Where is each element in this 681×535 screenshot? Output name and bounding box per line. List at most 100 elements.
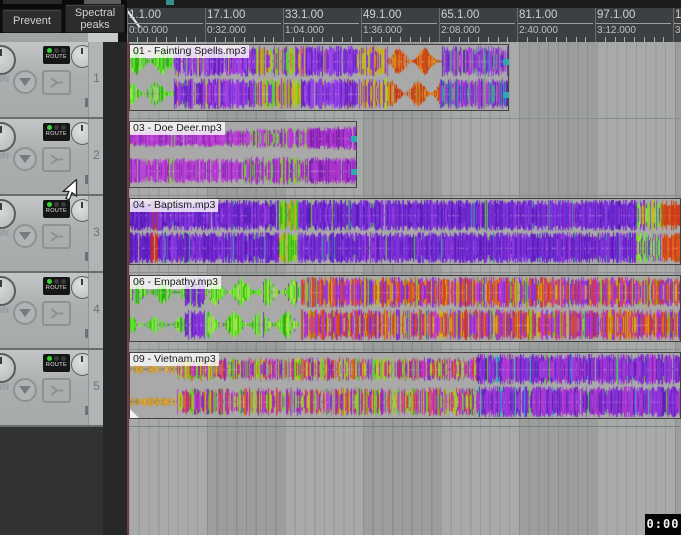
ruler-measure-label: 81.1.00 [519, 9, 558, 21]
track-panel-3[interactable]: ROUTE IN 3 [0, 196, 104, 273]
monitor-arrow-icon [19, 232, 31, 240]
transport-time-display[interactable]: 0:00 [645, 514, 681, 535]
ruler-time-label: 0:32.000 [207, 25, 246, 36]
ruler-time-label: 1:36.000 [363, 25, 402, 36]
ruler-major-tick [361, 8, 362, 42]
route-button[interactable]: ROUTE [43, 123, 70, 141]
envelope-button[interactable] [42, 147, 71, 172]
ruler-measure-label: 97.1.00 [597, 9, 636, 21]
media-item[interactable]: 01 - Fainting Spells.mp3 [129, 44, 509, 111]
record-monitor-button[interactable] [13, 70, 37, 94]
volume-knob[interactable] [0, 45, 16, 75]
monitor-arrow-icon [19, 386, 31, 394]
route-leds-icon [43, 277, 70, 284]
pan-knob-mark-icon [81, 48, 83, 54]
track-number-strip[interactable]: 1 [88, 42, 104, 117]
fade-handle[interactable] [503, 59, 509, 65]
media-item[interactable]: 09 - Vietnam.mp3 [129, 352, 681, 419]
track-control-panels: ROUTE IN 1 ROUTE IN 2 ROUTE IN 3 ROUTE IN 4 ROUTE IN 5 [0, 42, 104, 427]
route-label: ROUTE [45, 54, 68, 60]
volume-knob[interactable] [0, 353, 16, 383]
tcp-header-strip [0, 33, 88, 42]
envelope-button[interactable] [42, 301, 71, 326]
monitor-arrow-icon [19, 78, 31, 86]
prevent-button[interactable]: Prevent [2, 9, 62, 33]
record-monitor-button[interactable] [13, 378, 37, 402]
input-label: IN [0, 151, 9, 161]
route-button[interactable]: ROUTE [43, 354, 70, 372]
spectral-peaks-button[interactable]: Spectral peaks [65, 4, 125, 33]
route-label: ROUTE [45, 362, 68, 368]
track-lane-divider [129, 272, 681, 273]
ruler-underline [206, 23, 281, 24]
media-item[interactable]: 04 - Baptism.mp3 [129, 198, 681, 265]
record-monitor-button[interactable] [13, 301, 37, 325]
ruler-major-tick [205, 8, 206, 42]
ruler-major-tick [283, 8, 284, 42]
ruler-major-tick [673, 8, 674, 42]
envelope-button[interactable] [42, 378, 71, 403]
ruler-underline [440, 23, 515, 24]
input-label: IN [0, 305, 9, 315]
volume-knob[interactable] [0, 276, 16, 306]
fade-handle[interactable] [503, 92, 509, 98]
item-label: 06 - Empathy.mp3 [130, 276, 222, 289]
fade-handle[interactable] [351, 169, 357, 175]
fade-in-handle[interactable] [130, 409, 139, 418]
volume-knob[interactable] [0, 122, 16, 152]
fade-handle[interactable] [351, 136, 357, 142]
spectral-peaks-label-line1: Spectral [74, 6, 116, 19]
envelope-button[interactable] [42, 224, 71, 249]
ruler-measure-label: 33.1.00 [285, 9, 324, 21]
ruler-underline [362, 23, 437, 24]
ruler-top-strip [127, 0, 681, 8]
route-leds-icon [43, 200, 70, 207]
track-number-strip[interactable]: 3 [88, 196, 104, 271]
route-button[interactable]: ROUTE [43, 46, 70, 64]
envelope-button[interactable] [42, 70, 71, 95]
track-number: 1 [93, 71, 100, 85]
volume-knob[interactable] [0, 199, 16, 229]
ruler-underline [674, 23, 681, 24]
arrange-view[interactable]: 01 - Fainting Spells.mp3 03 - Doe Deer.mp… [129, 42, 681, 535]
track-lane-divider [129, 426, 681, 427]
timeline-ruler[interactable]: 1.1.00 0:00.000 17.1.00 0:32.000 33.1.00 1:04… [127, 8, 681, 43]
route-leds-icon [43, 354, 70, 361]
ruler-time-label: 0:00.000 [129, 25, 168, 36]
route-button[interactable]: ROUTE [43, 200, 70, 218]
track-number: 5 [93, 379, 100, 393]
ruler-underline [596, 23, 671, 24]
route-button[interactable]: ROUTE [43, 277, 70, 295]
track-panel-4[interactable]: ROUTE IN 4 [0, 273, 104, 350]
item-label: 01 - Fainting Spells.mp3 [130, 45, 250, 58]
route-label: ROUTE [45, 131, 68, 137]
track-number-strip[interactable]: 2 [88, 119, 104, 194]
ruler-time-label: 3:12.000 [597, 25, 636, 36]
ruler-major-tick [127, 8, 128, 42]
media-item[interactable]: 06 - Empathy.mp3 [129, 275, 681, 342]
reaper-window: Prevent Spectral peaks 1.1.00 0:00.000 17.… [0, 0, 681, 535]
track-panel-5[interactable]: ROUTE IN 5 [0, 350, 104, 427]
pan-knob-mark-icon [81, 125, 83, 131]
record-monitor-button[interactable] [13, 224, 37, 248]
ruler-underline [284, 23, 359, 24]
spectral-peaks-label-line2: peaks [80, 18, 110, 31]
route-leds-icon [43, 46, 70, 53]
media-item[interactable]: 03 - Doe Deer.mp3 [129, 121, 357, 188]
track-lane-divider [129, 118, 681, 119]
monitor-arrow-icon [19, 309, 31, 317]
window-fragment [166, 0, 174, 5]
track-panel-1[interactable]: ROUTE IN 1 [0, 42, 104, 119]
ruler-major-tick [439, 8, 440, 42]
track-panel-2[interactable]: ROUTE IN 2 [0, 119, 104, 196]
route-label: ROUTE [45, 208, 68, 214]
record-monitor-button[interactable] [13, 147, 37, 171]
ruler-measure-label: 113.1.00 [675, 9, 681, 21]
track-number-strip[interactable]: 5 [88, 350, 104, 425]
input-label: IN [0, 74, 9, 84]
track-number-strip[interactable]: 4 [88, 273, 104, 348]
ruler-time-label: 1:04.000 [285, 25, 324, 36]
ruler-time-label: 3:44.000 [675, 25, 681, 36]
pan-knob-mark-icon [81, 279, 83, 285]
tcp-header-strip-dark [118, 33, 127, 42]
